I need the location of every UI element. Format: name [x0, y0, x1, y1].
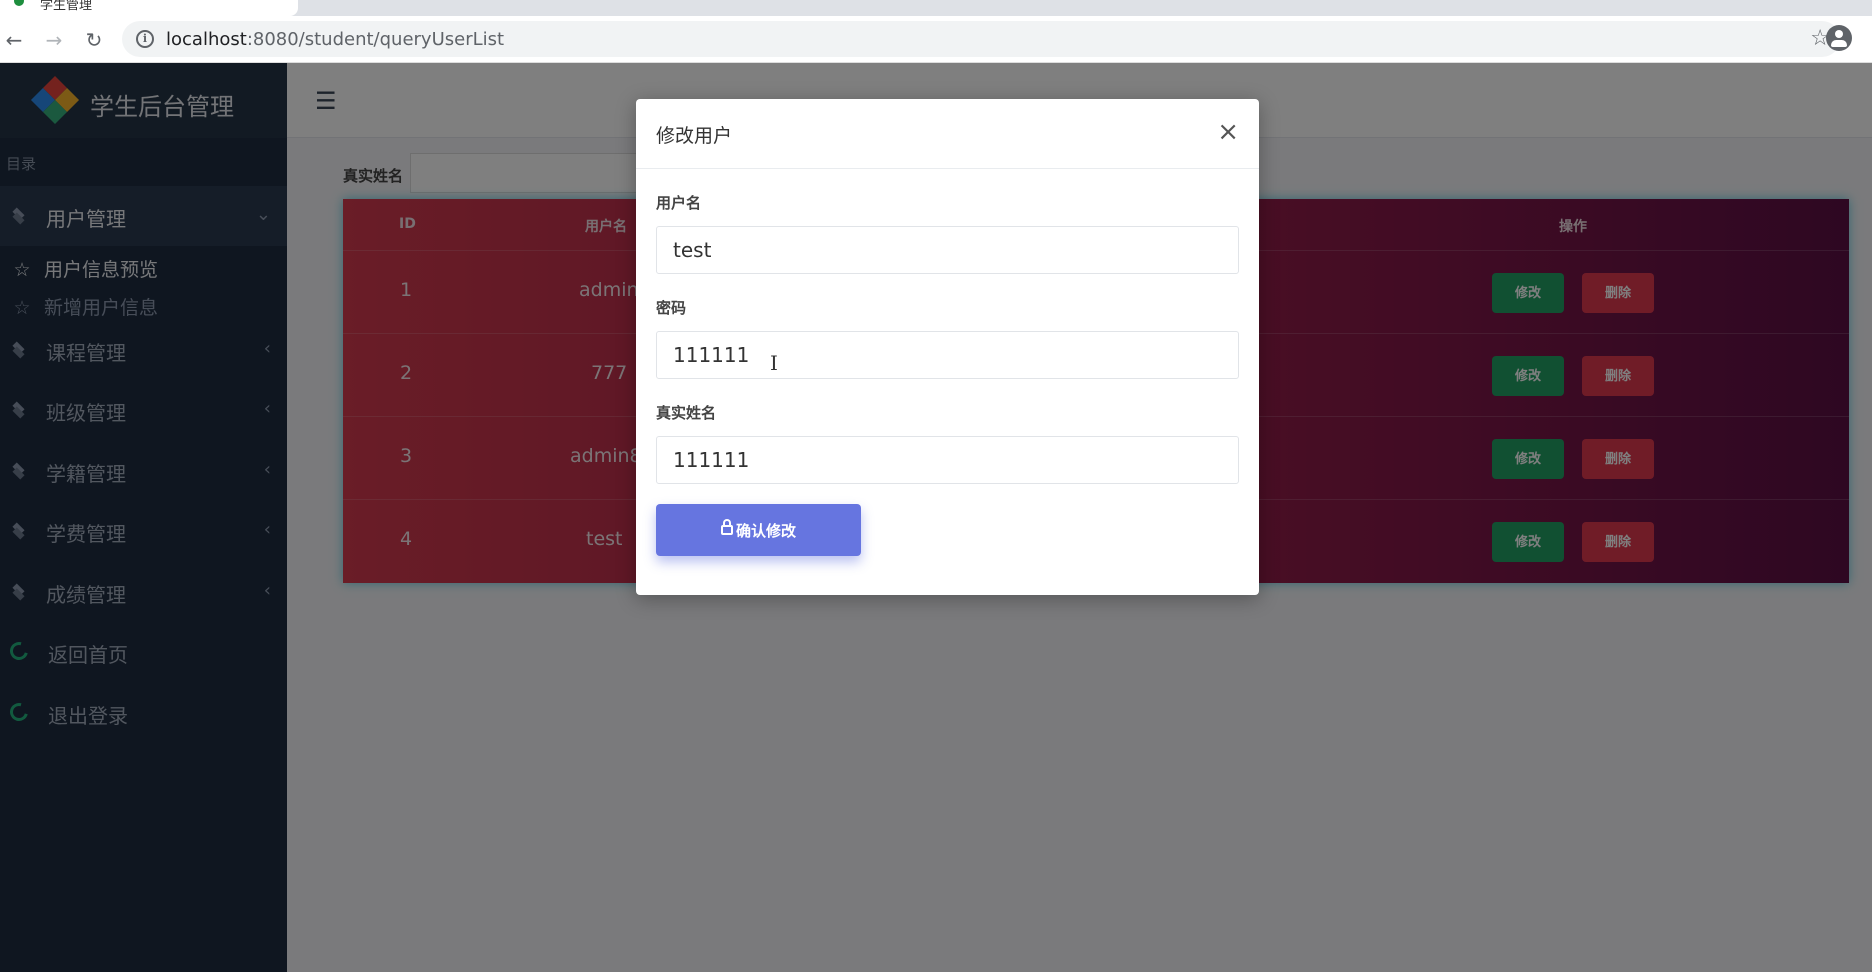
username-field[interactable]	[656, 226, 1239, 274]
realname-field[interactable]	[656, 436, 1239, 484]
info-icon[interactable]: i	[136, 30, 154, 48]
back-icon[interactable]: ←	[0, 26, 28, 54]
favicon-icon	[14, 0, 24, 6]
browser-tab[interactable]: 学生管理	[0, 0, 298, 16]
browser-toolbar: ← → ↻ i localhost:8080/student/queryUser…	[0, 16, 1872, 63]
lock-icon	[720, 518, 733, 535]
password-label: 密码	[656, 299, 687, 317]
edit-user-modal: 修改用户 × 用户名 密码 真实姓名 确认修改	[636, 99, 1259, 595]
reload-icon[interactable]: ↻	[80, 26, 108, 54]
password-field[interactable]	[656, 331, 1239, 379]
realname-label: 真实姓名	[656, 404, 717, 422]
forward-icon[interactable]: →	[40, 26, 68, 54]
confirm-edit-button[interactable]: 确认修改	[656, 504, 861, 556]
browser-tabstrip: 学生管理	[0, 0, 1872, 16]
text-cursor-icon: I	[770, 351, 778, 375]
profile-icon[interactable]	[1826, 25, 1852, 51]
modal-title: 修改用户	[656, 125, 733, 147]
url-text[interactable]: localhost:8080/student/queryUserList	[166, 29, 504, 50]
tab-title: 学生管理	[40, 0, 93, 13]
modal-header: 修改用户 ×	[636, 99, 1259, 169]
username-label: 用户名	[656, 194, 702, 212]
address-bar[interactable]: i localhost:8080/student/queryUserList ☆	[122, 21, 1840, 57]
close-icon[interactable]: ×	[1217, 119, 1239, 145]
